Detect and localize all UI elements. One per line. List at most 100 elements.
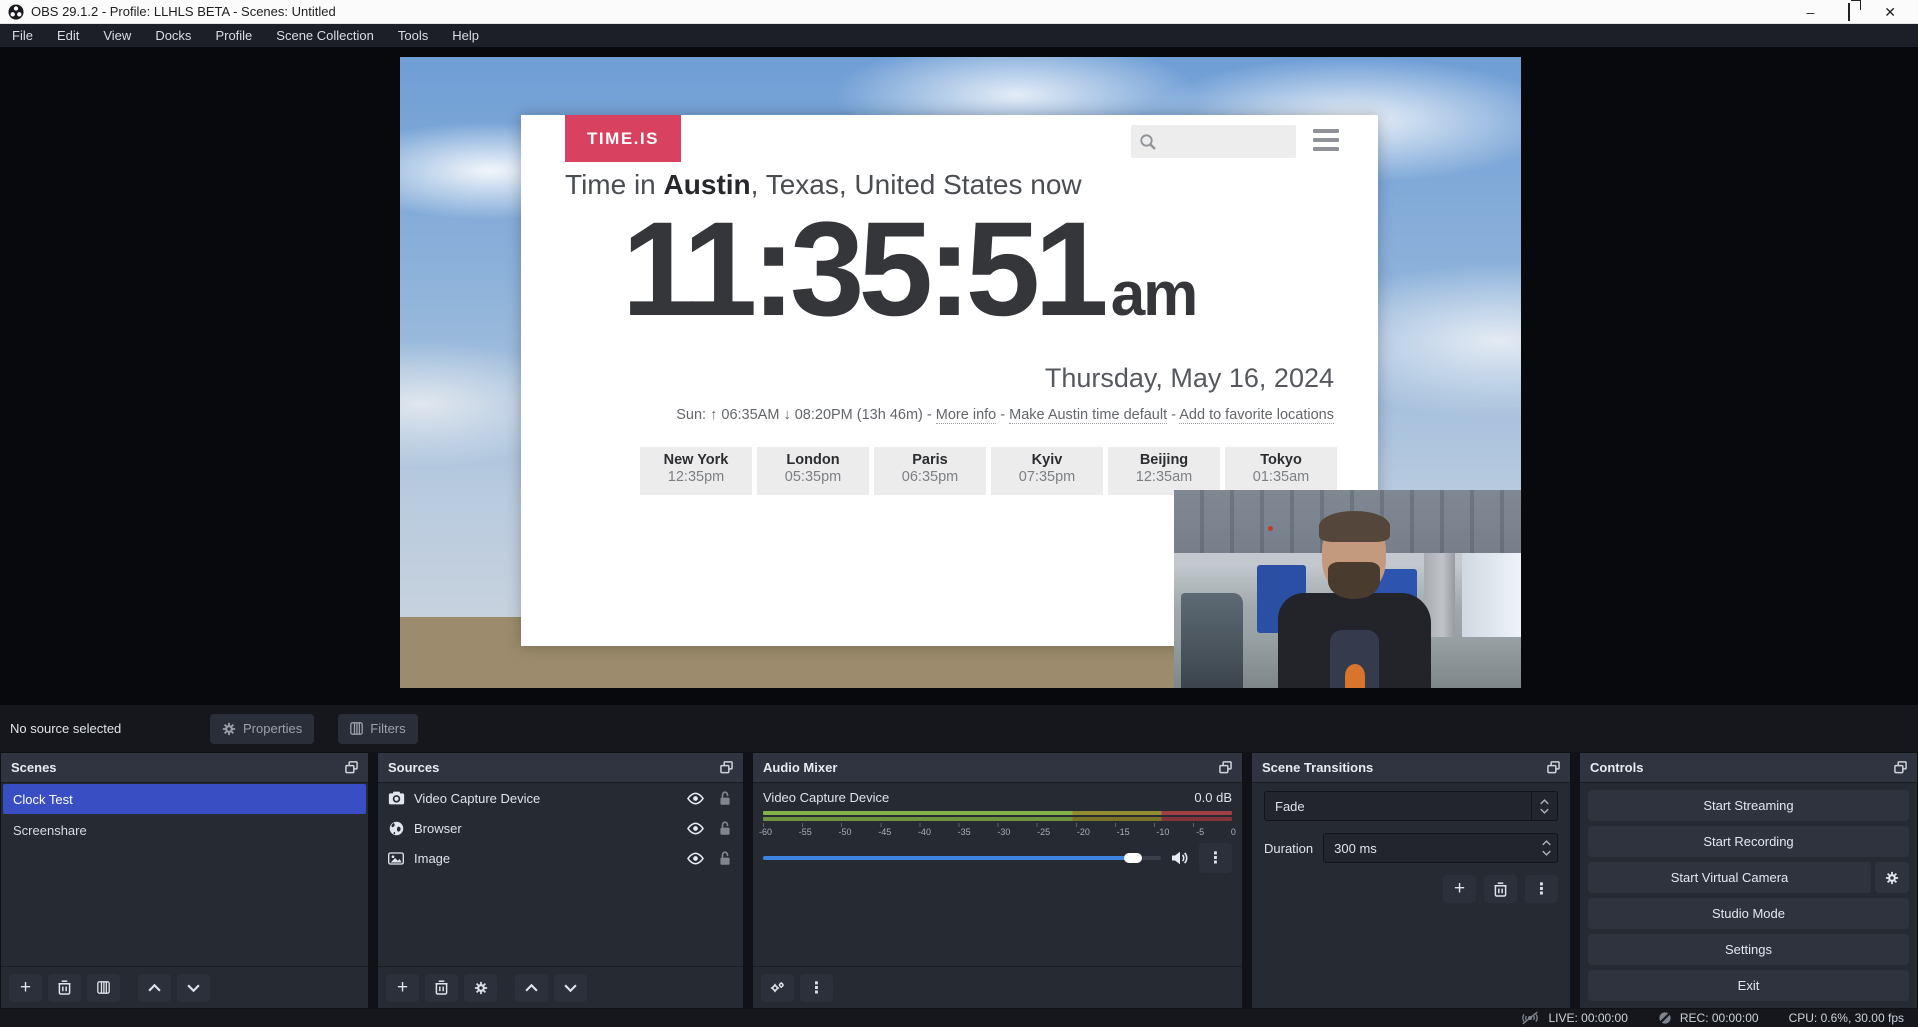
- audio-mixer-title: Audio Mixer: [763, 760, 1219, 775]
- world-clock-newyork: New York12:35pm: [640, 447, 752, 495]
- transition-select[interactable]: Fade: [1264, 791, 1558, 821]
- visibility-eye-icon[interactable]: [686, 822, 705, 835]
- remove-source-button[interactable]: [425, 974, 458, 1002]
- hamburger-menu-icon: [1313, 129, 1339, 151]
- source-status-text: No source selected: [10, 721, 210, 736]
- cpu-fps-stats: CPU: 0.6%, 30.00 fps: [1789, 1011, 1904, 1025]
- world-clock-paris: Paris06:35pm: [874, 447, 986, 495]
- close-button[interactable]: ✕: [1884, 5, 1896, 19]
- menu-profile[interactable]: Profile: [203, 24, 264, 47]
- rec-timer: REC: 00:00:00: [1680, 1011, 1759, 1025]
- mixer-toolbar: ⋮: [753, 966, 1242, 1008]
- titlebar: OBS 29.1.2 - Profile: LLHLS BETA - Scene…: [0, 0, 1918, 24]
- transition-selected-value: Fade: [1265, 799, 1531, 814]
- source-properties-button[interactable]: [464, 974, 497, 1002]
- more-info-link: More info: [936, 407, 996, 424]
- gear-icon: [222, 722, 236, 736]
- virtual-camera-settings-button[interactable]: [1875, 862, 1909, 893]
- volume-slider[interactable]: [763, 856, 1161, 860]
- source-up-button[interactable]: [515, 974, 548, 1002]
- duration-up-button[interactable]: [1542, 840, 1551, 846]
- world-clocks: New York12:35pm London05:35pm Paris06:35…: [640, 447, 1337, 495]
- sun-info-line: Sun: ↑ 06:35AM ↓ 08:20PM (13h 46m) - Mor…: [676, 407, 1334, 423]
- scenes-dock: Scenes Clock Test Screenshare +: [0, 752, 369, 1009]
- filters-button[interactable]: Filters: [338, 714, 417, 744]
- popout-icon[interactable]: [1547, 761, 1560, 774]
- popout-icon[interactable]: [1219, 761, 1232, 774]
- popout-icon[interactable]: [345, 761, 358, 774]
- webcam-redlight: [1268, 526, 1273, 531]
- volume-slider-handle[interactable]: [1124, 853, 1142, 863]
- clock-display: 11:35:51am: [549, 203, 1269, 337]
- transitions-title: Scene Transitions: [1262, 760, 1547, 775]
- source-row-video-capture[interactable]: Video Capture Device: [378, 783, 743, 813]
- make-default-link: Make Austin time default: [1009, 407, 1167, 424]
- restore-button[interactable]: [1848, 5, 1850, 19]
- source-row-image[interactable]: Image: [378, 843, 743, 873]
- start-recording-button[interactable]: Start Recording: [1588, 826, 1909, 857]
- popout-icon[interactable]: [720, 761, 733, 774]
- duration-spinner[interactable]: 300 ms: [1323, 833, 1558, 863]
- restore-icon: [1848, 3, 1850, 21]
- world-clock-beijing: Beijing12:35am: [1108, 447, 1220, 495]
- exit-button[interactable]: Exit: [1588, 970, 1909, 1001]
- lock-icon[interactable]: [719, 791, 731, 806]
- remove-transition-button[interactable]: [1484, 875, 1517, 903]
- source-row-browser[interactable]: Browser: [378, 813, 743, 843]
- world-clock-london: London05:35pm: [757, 447, 869, 495]
- menu-view[interactable]: View: [91, 24, 143, 47]
- scenes-title: Scenes: [11, 760, 345, 775]
- settings-button[interactable]: Settings: [1588, 934, 1909, 965]
- menu-tools[interactable]: Tools: [386, 24, 440, 47]
- advanced-audio-button[interactable]: [761, 974, 794, 1002]
- statusbar: LIVE: 00:00:00 REC: 00:00:00 CPU: 0.6%, …: [0, 1009, 1918, 1027]
- transition-select-arrows[interactable]: [1531, 792, 1557, 820]
- properties-button[interactable]: Properties: [210, 714, 314, 744]
- lock-icon[interactable]: [719, 821, 731, 836]
- menu-help[interactable]: Help: [440, 24, 491, 47]
- studio-mode-button[interactable]: Studio Mode: [1588, 898, 1909, 929]
- scene-filters-button[interactable]: [87, 974, 120, 1002]
- webcam-source[interactable]: [1174, 490, 1521, 688]
- obs-window: OBS 29.1.2 - Profile: LLHLS BETA - Scene…: [0, 0, 1918, 1027]
- scene-down-button[interactable]: [177, 974, 210, 1002]
- scenes-toolbar: +: [1, 966, 368, 1008]
- source-down-button[interactable]: [554, 974, 587, 1002]
- volume-meter: [763, 811, 1232, 821]
- webcam-chair: [1181, 593, 1243, 688]
- program-canvas[interactable]: TIME.IS Time in Austin, Texas, United St…: [400, 57, 1521, 688]
- remove-scene-button[interactable]: [48, 974, 81, 1002]
- webcam-person: [1278, 518, 1431, 688]
- transition-kebab-button[interactable]: ⋮: [1525, 875, 1558, 903]
- duration-value: 300 ms: [1324, 841, 1535, 856]
- scene-item-screenshare[interactable]: Screenshare: [3, 815, 366, 845]
- meter-tick-labels: -60-55-50-45-40-35-30-25-20-15-10-50: [759, 827, 1236, 837]
- menubar: File Edit View Docks Profile Scene Colle…: [0, 24, 1918, 47]
- lock-icon[interactable]: [719, 851, 731, 866]
- audio-mixer-dock: Audio Mixer Video Capture Device 0.0 dB …: [752, 752, 1243, 1009]
- menu-file[interactable]: File: [0, 24, 45, 47]
- record-icon: [1658, 1011, 1672, 1025]
- visibility-eye-icon[interactable]: [686, 792, 705, 805]
- scene-up-button[interactable]: [138, 974, 171, 1002]
- menu-scene-collection[interactable]: Scene Collection: [264, 24, 386, 47]
- minimize-button[interactable]: –: [1806, 5, 1814, 19]
- start-streaming-button[interactable]: Start Streaming: [1588, 790, 1909, 821]
- scene-item-clock-test[interactable]: Clock Test: [3, 784, 366, 814]
- visibility-eye-icon[interactable]: [686, 852, 705, 865]
- add-source-button[interactable]: +: [386, 974, 419, 1002]
- add-scene-button[interactable]: +: [9, 974, 42, 1002]
- menu-edit[interactable]: Edit: [45, 24, 91, 47]
- menu-docks[interactable]: Docks: [143, 24, 203, 47]
- sources-title: Sources: [388, 760, 720, 775]
- mixer-menu-kebab-button[interactable]: ⋮: [800, 974, 833, 1002]
- camera-icon: [386, 791, 406, 805]
- add-transition-button[interactable]: +: [1443, 875, 1476, 903]
- scene-transitions-dock: Scene Transitions Fade Duration 300 ms: [1251, 752, 1571, 1009]
- start-virtual-camera-button[interactable]: Start Virtual Camera: [1588, 862, 1871, 893]
- popout-icon[interactable]: [1894, 761, 1907, 774]
- duration-down-button[interactable]: [1542, 850, 1551, 856]
- world-clock-kyiv: Kyiv07:35pm: [991, 447, 1103, 495]
- speaker-icon[interactable]: [1171, 851, 1189, 865]
- mixer-kebab-button[interactable]: ⋮: [1199, 843, 1232, 873]
